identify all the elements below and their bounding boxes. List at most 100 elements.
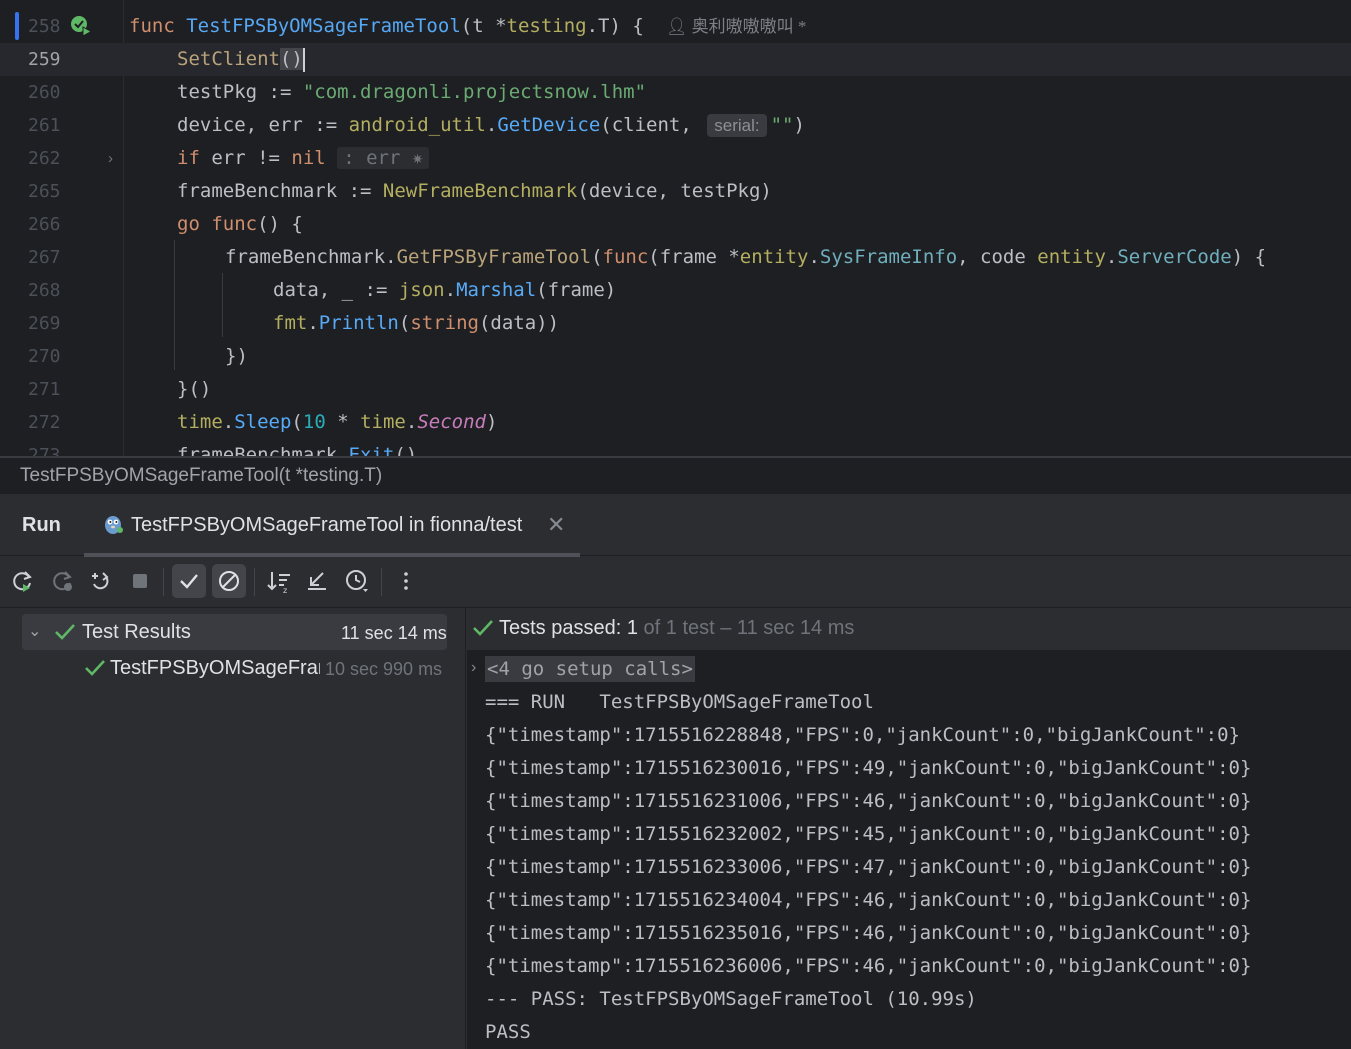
code-line-current[interactable]: 259 SetClient() xyxy=(0,43,1351,76)
folded-region[interactable]: : err ✷ xyxy=(337,147,430,169)
run-toolbar: z xyxy=(0,556,1351,608)
check-icon xyxy=(473,620,493,636)
console-line: {"timestamp":1715516235016,"FPS":46,"jan… xyxy=(485,922,1252,944)
code-line[interactable]: 262 if err != nil : err ✷ xyxy=(0,142,1351,175)
line-number: 259 xyxy=(28,49,61,70)
import-tests-icon[interactable] xyxy=(300,564,334,598)
code-line[interactable]: 266 go func() { xyxy=(0,208,1351,241)
author-inlay[interactable]: 👤︎ 奥利嗷嗷嗷叫 * xyxy=(666,17,807,36)
tree-label: Test Results xyxy=(82,621,191,643)
console-line: --- PASS: TestFPSByOMSageFrameTool (10.9… xyxy=(485,988,977,1010)
rerun-failed-icon[interactable] xyxy=(46,564,80,598)
line-number: 265 xyxy=(28,181,61,202)
console-line: <4 go setup calls> xyxy=(485,653,695,686)
code-line[interactable]: 273 frameBenchmark.Exit() xyxy=(0,439,1351,456)
stop-icon[interactable] xyxy=(123,564,157,598)
console-line: {"timestamp":1715516233006,"FPS":47,"jan… xyxy=(485,856,1252,878)
code-text: frameBenchmark := NewFrameBenchmark(devi… xyxy=(177,180,772,202)
run-config-tab[interactable]: TestFPSByOMSageFrameTool in fionna/test … xyxy=(84,494,580,557)
code-line[interactable]: 269 fmt.Println(string(data)) xyxy=(0,307,1351,340)
code-line[interactable]: 268 data, _ := json.Marshal(frame) xyxy=(0,274,1351,307)
code-line[interactable]: 272 time.Sleep(10 * time.Second) xyxy=(0,406,1351,439)
code-line[interactable]: 265 frameBenchmark := NewFrameBenchmark(… xyxy=(0,175,1351,208)
check-icon xyxy=(55,624,75,640)
test-status-bar: Tests passed: 1 of 1 test – 11 sec 14 ms xyxy=(467,608,1351,650)
console-line: {"timestamp":1715516231006,"FPS":46,"jan… xyxy=(485,790,1252,812)
code-line[interactable]: 271 }() xyxy=(0,373,1351,406)
code-text: data, _ := json.Marshal(frame) xyxy=(273,279,617,301)
toolbar-separator xyxy=(163,568,164,596)
tool-window-header: Run TestFPSByOMSageFrameTool in fionna/t… xyxy=(0,494,1351,557)
breadcrumb-item[interactable]: TestFPSByOMSageFrameTool(t *testing.T) xyxy=(20,465,382,487)
code-text: device, err := android_util.GetDevice(cl… xyxy=(177,114,805,137)
code-text: }() xyxy=(177,378,212,400)
line-number: 258 xyxy=(28,16,61,37)
text-caret xyxy=(302,47,305,72)
show-ignored-icon[interactable] xyxy=(212,564,246,598)
test-results-tree[interactable]: ⌄ Test Results 11 sec 14 ms TestFPSByOMS… xyxy=(0,608,466,1049)
code-line[interactable]: 270 }) xyxy=(0,340,1351,373)
line-number: 273 xyxy=(28,445,61,456)
run-test-icon[interactable] xyxy=(70,15,92,37)
code-line[interactable]: 261 device, err := android_util.GetDevic… xyxy=(0,109,1351,142)
code-text: }) xyxy=(225,345,248,367)
tree-item-test-results[interactable]: ⌄ Test Results 11 sec 14 ms xyxy=(22,614,447,650)
code-line[interactable]: 258 func TestFPSByOMSageFrameTool(t *tes… xyxy=(0,10,1351,43)
tree-item-test[interactable]: TestFPSByOMSageFrameTool 10 sec 990 ms xyxy=(80,650,450,686)
code-line[interactable]: 260 testPkg := "com.dragonli.projectsnow… xyxy=(0,76,1351,109)
console-line: PASS xyxy=(485,1021,531,1043)
console-line: {"timestamp":1715516236006,"FPS":46,"jan… xyxy=(485,955,1252,977)
collapsed-calls[interactable]: <4 go setup calls> xyxy=(485,656,695,682)
history-icon[interactable] xyxy=(340,564,374,598)
chevron-down-icon[interactable]: ⌄ xyxy=(28,621,41,641)
line-number: 266 xyxy=(28,214,61,235)
fold-expand-icon[interactable]: › xyxy=(108,150,113,167)
code-text: fmt.Println(string(data)) xyxy=(273,312,560,334)
console-line: {"timestamp":1715516230016,"FPS":49,"jan… xyxy=(485,757,1252,779)
duration: 11 sec 14 ms xyxy=(341,623,447,643)
duration: 10 sec 990 ms xyxy=(325,659,443,679)
more-icon[interactable] xyxy=(389,564,423,598)
code-line[interactable]: 267 frameBenchmark.GetFPSByFrameTool(fun… xyxy=(0,241,1351,274)
toolbar-separator xyxy=(254,568,255,596)
sort-icon[interactable]: z xyxy=(262,564,296,598)
check-icon xyxy=(85,660,105,676)
run-tool-window: Run TestFPSByOMSageFrameTool in fionna/t… xyxy=(0,494,1351,1049)
line-number: 267 xyxy=(28,247,61,268)
console-line: === RUN TestFPSByOMSageFrameTool xyxy=(485,691,874,713)
code-text: frameBenchmark.Exit() xyxy=(177,444,418,456)
line-number: 261 xyxy=(28,115,61,136)
line-number: 260 xyxy=(28,82,61,103)
gopher-icon xyxy=(105,516,123,534)
show-passed-icon[interactable] xyxy=(172,564,206,598)
tab-label: TestFPSByOMSageFrameTool in fionna/test xyxy=(131,514,523,536)
line-number: 268 xyxy=(28,280,61,301)
code-text: if err != nil : err ✷ xyxy=(177,142,430,175)
chevron-right-icon[interactable]: › xyxy=(471,659,476,677)
svg-text:z: z xyxy=(283,586,287,593)
line-number: 269 xyxy=(28,313,61,334)
toolbar-separator xyxy=(381,568,382,596)
code-text: testPkg := "com.dragonli.projectsnow.lhm… xyxy=(177,81,647,103)
rerun-icon[interactable] xyxy=(6,564,40,598)
console-line: {"timestamp":1715516234004,"FPS":46,"jan… xyxy=(485,889,1252,911)
toggle-auto-test-icon[interactable] xyxy=(84,564,118,598)
line-number: 262 xyxy=(28,148,61,169)
breadcrumb[interactable]: TestFPSByOMSageFrameTool(t *testing.T) xyxy=(0,456,1351,494)
code-text: go func() { xyxy=(177,213,303,235)
code-editor[interactable]: 258 func TestFPSByOMSageFrameTool(t *tes… xyxy=(0,0,1351,456)
code-text: func TestFPSByOMSageFrameTool(t *testing… xyxy=(129,15,807,37)
line-number: 271 xyxy=(28,379,61,400)
code-text: time.Sleep(10 * time.Second) xyxy=(177,411,498,433)
status-text: Tests passed: 1 of 1 test – 11 sec 14 ms xyxy=(499,617,855,639)
parameter-hint: serial: xyxy=(707,114,767,137)
user-icon: 👤︎ xyxy=(665,17,688,36)
code-text: frameBenchmark.GetFPSByFrameTool(func(fr… xyxy=(225,246,1267,268)
console-line: {"timestamp":1715516228848,"FPS":0,"jank… xyxy=(485,724,1240,746)
code-text: SetClient() xyxy=(177,47,305,72)
console-output[interactable]: Tests passed: 1 of 1 test – 11 sec 14 ms… xyxy=(467,608,1351,1049)
tree-label: TestFPSByOMSageFrameTool xyxy=(110,657,320,679)
line-number: 272 xyxy=(28,412,61,433)
close-icon[interactable]: ✕ xyxy=(547,512,565,538)
tool-window-title: Run xyxy=(22,514,61,536)
